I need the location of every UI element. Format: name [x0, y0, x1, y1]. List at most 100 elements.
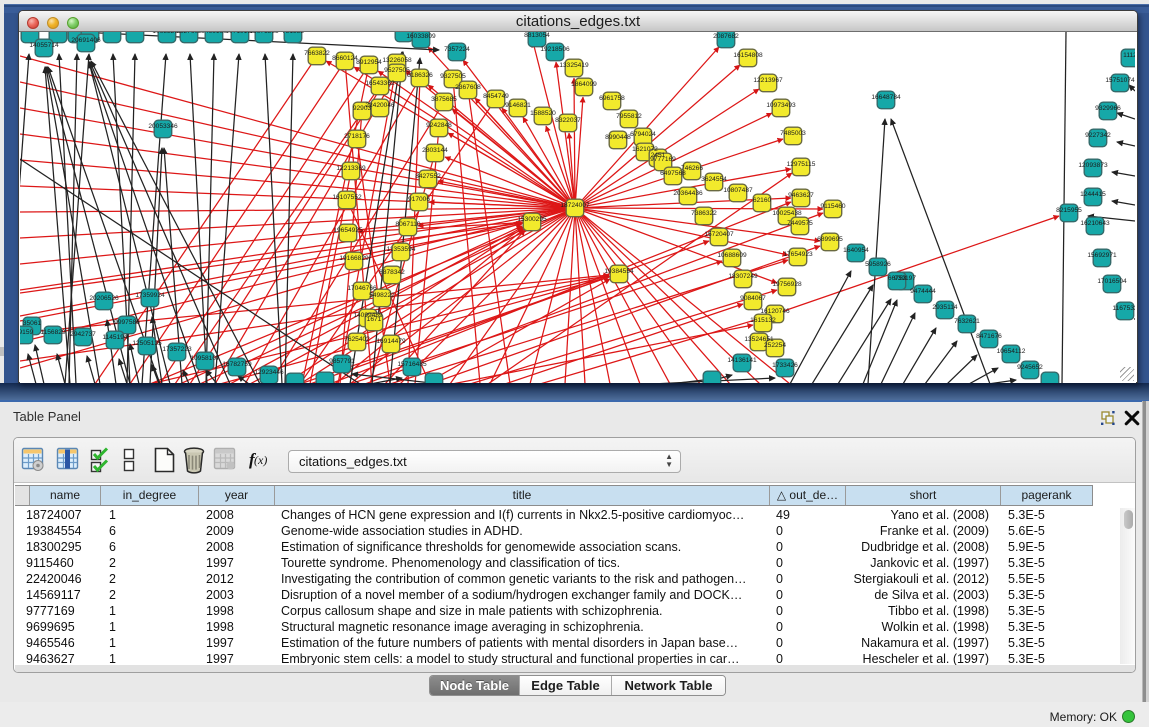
svg-text:14055714: 14055714: [29, 42, 59, 49]
svg-text:9327505: 9327505: [440, 73, 466, 80]
svg-text:9474444: 9474444: [910, 288, 936, 295]
svg-text:8912954: 8912954: [356, 59, 382, 66]
svg-text:252254: 252254: [764, 342, 786, 349]
svg-text:9463627: 9463627: [788, 192, 814, 199]
svg-text:7449575: 7449575: [787, 220, 813, 227]
svg-text:8878342: 8878342: [379, 269, 405, 276]
svg-text:17016504: 17016504: [1097, 278, 1127, 285]
svg-text:19218506: 19218506: [540, 46, 570, 53]
svg-text:10025438: 10025438: [772, 210, 802, 217]
svg-text:17046766: 17046766: [347, 285, 377, 292]
svg-text:8322037: 8322037: [555, 117, 581, 124]
svg-text:35061: 35061: [23, 320, 42, 327]
svg-text:1167533: 1167533: [1112, 305, 1135, 312]
svg-text:6899695: 6899695: [817, 236, 843, 243]
svg-text:15720407: 15720407: [704, 231, 734, 238]
svg-text:9115460: 9115460: [820, 203, 846, 210]
svg-text:19654925: 19654925: [333, 227, 363, 234]
svg-text:7485003: 7485003: [780, 130, 806, 137]
svg-text:16154808: 16154808: [733, 52, 763, 59]
svg-text:8471676: 8471676: [976, 333, 1002, 340]
svg-text:62160: 62160: [753, 197, 772, 204]
svg-text:8990448: 8990448: [605, 134, 631, 141]
svg-text:8454749: 8454749: [483, 93, 509, 100]
svg-text:9084067: 9084067: [740, 295, 766, 302]
svg-text:20053346: 20053346: [148, 123, 178, 130]
svg-text:746266: 746266: [681, 165, 703, 172]
svg-text:15716485: 15716485: [397, 361, 427, 368]
svg-text:13325419: 13325419: [559, 62, 589, 69]
svg-text:5958926: 5958926: [865, 261, 891, 268]
svg-text:2718176: 2718176: [344, 133, 370, 140]
svg-text:10973493: 10973493: [766, 102, 796, 109]
svg-text:18307249: 18307249: [728, 273, 758, 280]
svg-text:11353594: 11353594: [387, 246, 416, 253]
svg-text:6466160: 6466160: [201, 32, 227, 35]
svg-text:10654112: 10654112: [997, 348, 1026, 355]
svg-text:16120746: 16120746: [760, 308, 790, 315]
svg-text:18724007: 18724007: [560, 202, 590, 209]
svg-text:6794024: 6794024: [630, 131, 656, 138]
svg-text:3624554: 3624554: [701, 176, 727, 183]
svg-text:12213967: 12213967: [753, 77, 783, 84]
svg-text:6961758: 6961758: [599, 95, 625, 102]
svg-text:1156829: 1156829: [40, 329, 66, 336]
svg-text:12975115: 12975115: [787, 161, 816, 168]
svg-text:16033809: 16033809: [406, 33, 436, 40]
svg-text:1733426: 1733426: [772, 362, 798, 369]
svg-text:9777169: 9777169: [650, 156, 676, 163]
svg-text:5498222: 5498222: [369, 292, 395, 299]
svg-text:19166829: 19166829: [339, 255, 369, 262]
svg-text:2367608: 2367608: [455, 84, 481, 91]
svg-text:9146821: 9146821: [505, 102, 531, 109]
svg-text:13226058: 13226058: [382, 57, 412, 64]
svg-text:2935114: 2935114: [932, 304, 958, 311]
svg-text:751552: 751552: [282, 32, 304, 35]
svg-text:7625402: 7625402: [344, 336, 370, 343]
svg-text:12213369: 12213369: [336, 165, 366, 172]
svg-text:1145194: 1145194: [102, 334, 128, 341]
svg-text:8067110: 8067110: [395, 221, 421, 228]
svg-text:9242848: 9242848: [426, 122, 452, 129]
svg-text:19384554: 19384554: [604, 268, 634, 275]
svg-text:17357223: 17357223: [162, 346, 192, 353]
svg-text:66753: 66753: [888, 275, 907, 282]
svg-text:1671: 1671: [367, 316, 382, 323]
svg-text:3875685: 3875685: [431, 96, 457, 103]
svg-text:16782759: 16782759: [222, 361, 252, 368]
svg-text:8660124: 8660124: [332, 55, 358, 62]
svg-text:1112: 1112: [1123, 52, 1135, 59]
svg-text:7386322: 7386322: [691, 210, 717, 217]
svg-text:19756928: 19756928: [772, 281, 802, 288]
svg-text:15300295: 15300295: [517, 216, 547, 223]
svg-text:1640954: 1640954: [843, 247, 869, 254]
svg-text:15692971: 15692971: [1087, 252, 1117, 259]
svg-text:1244415: 1244415: [1080, 191, 1106, 198]
svg-text:16210643: 16210643: [1080, 220, 1110, 227]
svg-text:2942737: 2942737: [70, 331, 96, 338]
svg-text:9227342: 9227342: [1085, 132, 1111, 139]
svg-text:1615132: 1615132: [750, 317, 776, 324]
svg-text:2803144: 2803144: [422, 147, 448, 154]
svg-text:9857791: 9857791: [329, 358, 355, 365]
svg-text:16914479: 16914479: [376, 338, 406, 345]
svg-text:15751074: 15751074: [1105, 77, 1135, 84]
svg-text:8813054: 8813054: [524, 32, 550, 39]
svg-text:17359924: 17359924: [135, 292, 165, 299]
svg-text:1588520: 1588520: [530, 110, 556, 117]
svg-text:10807487: 10807487: [723, 187, 753, 194]
svg-text:22420046: 22420046: [365, 102, 395, 109]
svg-text:16671365: 16671365: [249, 32, 279, 35]
svg-text:12923446: 12923446: [254, 369, 284, 376]
svg-text:7663822: 7663822: [304, 50, 330, 57]
svg-text:9997586: 9997586: [114, 319, 140, 326]
svg-text:7632621: 7632621: [954, 318, 980, 325]
svg-text:16648784: 16648784: [871, 94, 901, 101]
svg-text:10688609: 10688609: [717, 252, 747, 259]
svg-text:16107552: 16107552: [332, 194, 362, 201]
svg-text:17654923: 17654923: [783, 251, 813, 258]
svg-text:14136141: 14136141: [727, 357, 757, 364]
svg-text:2087682: 2087682: [713, 33, 739, 40]
svg-text:8186326: 8186326: [407, 72, 433, 79]
svg-text:12093873: 12093873: [1078, 162, 1108, 169]
